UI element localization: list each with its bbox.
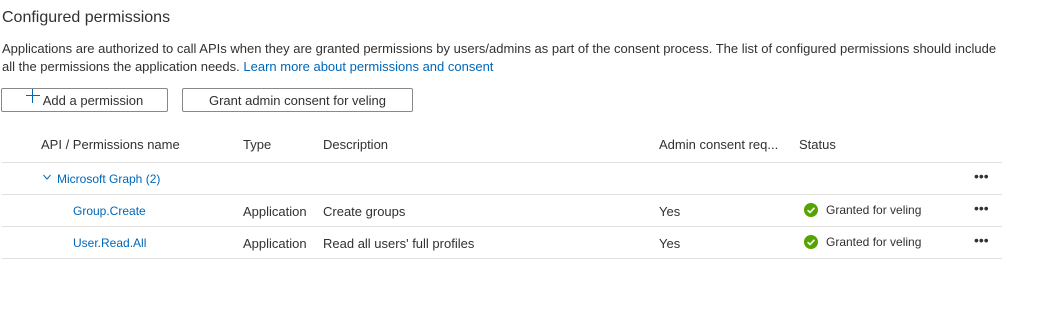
section-description: Applications are authorized to call APIs…	[2, 40, 1002, 76]
group-row-microsoft-graph[interactable]: Microsoft Graph (2) •••	[2, 163, 1002, 195]
status-text: Granted for veling	[826, 235, 922, 249]
section-title: Configured permissions	[2, 9, 171, 26]
configured-permissions-page: Configured permissions Applications are …	[0, 0, 1038, 313]
add-permission-button[interactable]: Add a permission	[1, 88, 168, 112]
permission-type: Application	[243, 236, 307, 251]
table-header: API / Permissions name Type Description …	[2, 128, 1002, 163]
permissions-table: API / Permissions name Type Description …	[2, 128, 1002, 259]
plus-icon	[25, 89, 40, 103]
header-type[interactable]: Type	[243, 137, 271, 152]
permission-name-link[interactable]: Group.Create	[73, 204, 146, 218]
grant-admin-consent-button[interactable]: Grant admin consent for veling	[182, 88, 413, 112]
header-api-permissions-name[interactable]: API / Permissions name	[41, 137, 180, 152]
chevron-down-icon[interactable]	[43, 173, 51, 181]
more-horizontal-icon[interactable]: •••	[974, 201, 994, 215]
learn-more-link[interactable]: Learn more about permissions and consent	[243, 59, 493, 74]
description-text: Applications are authorized to call APIs…	[2, 41, 997, 74]
admin-consent-required-value: Yes	[659, 204, 681, 219]
table-row: Group.Create Application Create groups Y…	[2, 195, 1002, 227]
permission-description: Read all users' full profiles	[323, 236, 475, 251]
table-row: User.Read.All Application Read all users…	[2, 227, 1002, 259]
check-circle-icon	[804, 203, 818, 217]
status-text: Granted for veling	[826, 203, 922, 217]
permission-description: Create groups	[323, 204, 406, 219]
admin-consent-required-value: Yes	[659, 236, 681, 251]
more-horizontal-icon[interactable]: •••	[974, 169, 994, 183]
permission-name-link[interactable]: User.Read.All	[73, 236, 146, 250]
group-label[interactable]: Microsoft Graph (2)	[57, 172, 160, 186]
header-status[interactable]: Status	[799, 137, 836, 152]
permission-type: Application	[243, 204, 307, 219]
add-permission-label: Add a permission	[42, 92, 144, 108]
header-description[interactable]: Description	[323, 137, 388, 152]
grant-admin-consent-label: Grant admin consent for veling	[208, 92, 387, 108]
status-badge: Granted for veling	[804, 203, 921, 217]
more-horizontal-icon[interactable]: •••	[974, 233, 994, 247]
check-circle-icon	[804, 235, 818, 249]
status-badge: Granted for veling	[804, 235, 921, 249]
header-admin-consent-required[interactable]: Admin consent req...	[659, 137, 778, 152]
